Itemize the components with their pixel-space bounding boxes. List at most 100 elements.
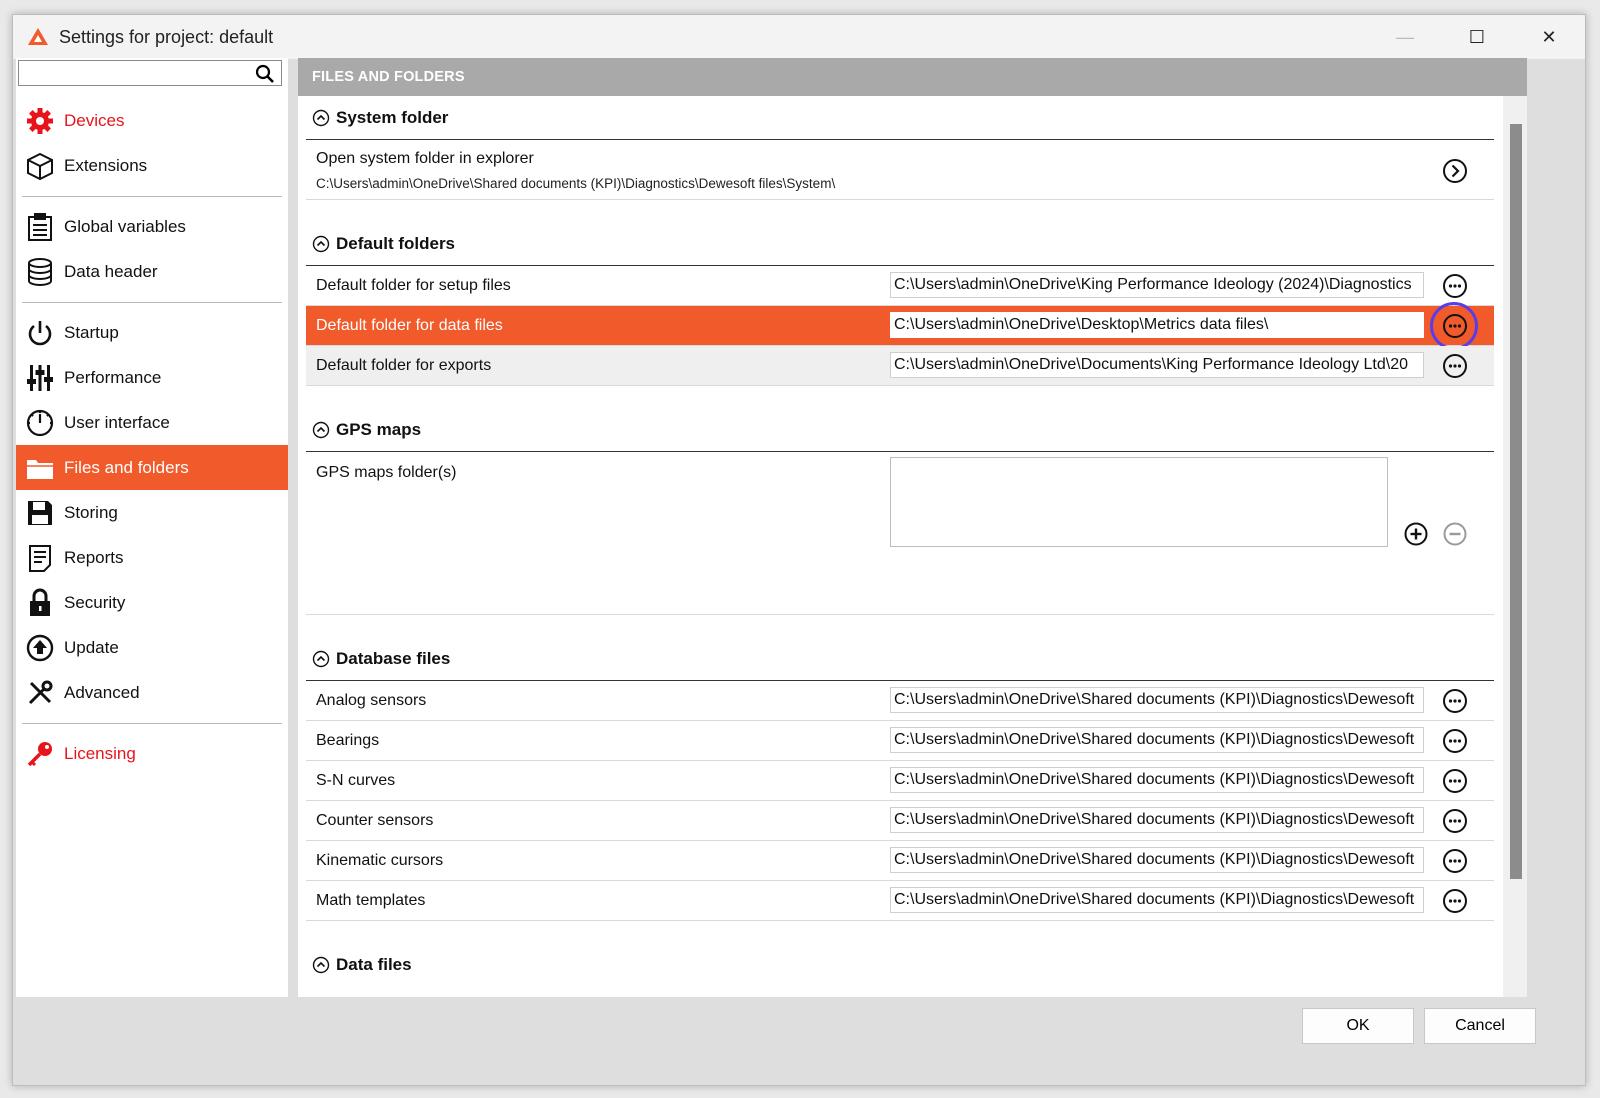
- section-data-files[interactable]: Data files: [306, 943, 1494, 987]
- search-box[interactable]: [18, 60, 282, 86]
- gps-maps-area: GPS maps folder(s): [306, 452, 1494, 615]
- row-label: Bearings: [316, 731, 380, 749]
- sidebar-item-startup[interactable]: Startup: [16, 310, 288, 355]
- analog-sensors-path-field[interactable]: C:\Users\admin\OneDrive\Shared documents…: [890, 687, 1424, 713]
- power-icon: [24, 317, 56, 349]
- add-icon[interactable]: [1404, 522, 1428, 546]
- sidebar-item-update[interactable]: Update: [16, 625, 288, 670]
- upload-icon: [24, 632, 56, 664]
- settings-sidebar: Devices Extensions Global variables Data…: [16, 58, 288, 997]
- sidebar-item-label: Reports: [64, 547, 124, 567]
- title-bar: Settings for project: default — ☐ ✕: [13, 15, 1585, 59]
- clipboard-icon: [24, 211, 56, 243]
- vertical-scrollbar[interactable]: [1503, 96, 1527, 997]
- collapse-icon[interactable]: [312, 650, 330, 668]
- ok-button[interactable]: OK: [1302, 1008, 1414, 1044]
- sidebar-item-label: Performance: [64, 367, 162, 387]
- row-label: S-N curves: [316, 771, 396, 789]
- remove-icon[interactable]: [1443, 522, 1467, 546]
- exports-row[interactable]: Default folder for exports C:\Users\admi…: [306, 346, 1494, 386]
- sliders-icon: [24, 362, 56, 394]
- sidebar-item-files-and-folders[interactable]: Files and folders: [16, 445, 288, 490]
- window-title: Settings for project: default: [59, 26, 274, 47]
- sidebar-item-advanced[interactable]: Advanced: [16, 670, 288, 715]
- row-label: Default folder for setup files: [316, 276, 511, 294]
- close-button[interactable]: ✕: [1513, 15, 1585, 59]
- sn-curves-row[interactable]: S-N curves C:\Users\admin\OneDrive\Share…: [306, 761, 1494, 801]
- section-gps-maps[interactable]: GPS maps: [306, 408, 1494, 452]
- browse-ellipsis-icon[interactable]: [1442, 273, 1468, 299]
- collapse-icon[interactable]: [312, 235, 330, 253]
- sidebar-item-performance[interactable]: Performance: [16, 355, 288, 400]
- sidebar-item-user-interface[interactable]: User interface: [16, 400, 288, 445]
- scrollbar-thumb[interactable]: [1510, 124, 1522, 879]
- browse-ellipsis-icon[interactable]: [1442, 688, 1468, 714]
- divider: [22, 723, 282, 724]
- sidebar-item-licensing[interactable]: Licensing: [16, 731, 288, 776]
- sidebar-item-label: Advanced: [64, 682, 140, 702]
- row-label: Math templates: [316, 891, 426, 909]
- section-database-files[interactable]: Database files: [306, 637, 1494, 681]
- collapse-icon[interactable]: [312, 109, 330, 127]
- folder-icon: [24, 452, 56, 484]
- sidebar-item-label: Global variables: [64, 216, 186, 236]
- row-label: Kinematic cursors: [316, 851, 444, 869]
- cancel-button[interactable]: Cancel: [1424, 1008, 1536, 1044]
- sidebar-item-reports[interactable]: Reports: [16, 535, 288, 580]
- sidebar-item-label: Update: [64, 637, 119, 657]
- row-label: Default folder for data files: [316, 316, 503, 334]
- sn-curves-path-field[interactable]: C:\Users\admin\OneDrive\Shared documents…: [890, 767, 1424, 793]
- maximize-button[interactable]: ☐: [1441, 15, 1513, 59]
- bearings-path-field[interactable]: C:\Users\admin\OneDrive\Shared documents…: [890, 727, 1424, 753]
- sidebar-item-security[interactable]: Security: [16, 580, 288, 625]
- browse-ellipsis-icon[interactable]: [1442, 848, 1468, 874]
- sidebar-item-storing[interactable]: Storing: [16, 490, 288, 535]
- sidebar-item-extensions[interactable]: Extensions: [16, 143, 288, 188]
- gps-maps-folder-list[interactable]: [890, 457, 1388, 547]
- sidebar-item-label: User interface: [64, 412, 170, 432]
- page-title: FILES AND FOLDERS: [298, 58, 1527, 96]
- sidebar-item-global-variables[interactable]: Global variables: [16, 204, 288, 249]
- math-templates-row[interactable]: Math templates C:\Users\admin\OneDrive\S…: [306, 881, 1494, 921]
- section-title: System folder: [336, 107, 449, 127]
- browse-ellipsis-icon[interactable]: [1442, 313, 1468, 339]
- setup-files-path-field[interactable]: C:\Users\admin\OneDrive\King Performance…: [890, 272, 1424, 298]
- kinematic-cursors-path-field[interactable]: C:\Users\admin\OneDrive\Shared documents…: [890, 847, 1424, 873]
- collapse-icon[interactable]: [312, 956, 330, 974]
- sidebar-item-devices[interactable]: Devices: [16, 98, 288, 143]
- data-files-path-field[interactable]: C:\Users\admin\OneDrive\Desktop\Metrics …: [890, 312, 1424, 338]
- counter-sensors-path-field[interactable]: C:\Users\admin\OneDrive\Shared documents…: [890, 807, 1424, 833]
- gps-maps-label: GPS maps folder(s): [316, 464, 457, 481]
- row-label: Default folder for exports: [316, 356, 492, 374]
- open-system-folder-label: Open system folder in explorer: [316, 150, 534, 167]
- setup-files-row[interactable]: Default folder for setup files C:\Users\…: [306, 266, 1494, 306]
- section-title: Data files: [336, 955, 412, 974]
- floppy-icon: [24, 497, 56, 529]
- section-system-folder[interactable]: System folder: [306, 96, 1494, 140]
- section-title: GPS maps: [336, 419, 422, 439]
- browse-ellipsis-icon[interactable]: [1442, 728, 1468, 754]
- data-files-row[interactable]: Default folder for data files C:\Users\a…: [306, 302, 1494, 350]
- bearings-row[interactable]: Bearings C:\Users\admin\OneDrive\Shared …: [306, 721, 1494, 761]
- math-templates-path-field[interactable]: C:\Users\admin\OneDrive\Shared documents…: [890, 887, 1424, 913]
- browse-ellipsis-icon[interactable]: [1442, 808, 1468, 834]
- sidebar-item-data-header[interactable]: Data header: [16, 249, 288, 294]
- browse-ellipsis-icon[interactable]: [1442, 768, 1468, 794]
- exports-path-field[interactable]: C:\Users\admin\OneDrive\Documents\King P…: [890, 352, 1424, 378]
- minimize-button[interactable]: —: [1369, 15, 1441, 59]
- open-folder-arrow-icon[interactable]: [1442, 158, 1468, 184]
- counter-sensors-row[interactable]: Counter sensors C:\Users\admin\OneDrive\…: [306, 801, 1494, 841]
- collapse-icon[interactable]: [312, 421, 330, 439]
- section-default-folders[interactable]: Default folders: [306, 222, 1494, 266]
- analog-sensors-row[interactable]: Analog sensors C:\Users\admin\OneDrive\S…: [306, 681, 1494, 721]
- browse-ellipsis-icon[interactable]: [1442, 888, 1468, 914]
- lock-icon: [24, 587, 56, 619]
- sidebar-item-label: Data header: [64, 261, 158, 281]
- browse-ellipsis-icon[interactable]: [1442, 353, 1468, 379]
- database-icon: [24, 256, 56, 288]
- search-input[interactable]: [23, 62, 253, 86]
- sidebar-item-label: Devices: [64, 110, 125, 130]
- search-icon[interactable]: [255, 64, 275, 84]
- kinematic-cursors-row[interactable]: Kinematic cursors C:\Users\admin\OneDriv…: [306, 841, 1494, 881]
- divider: [22, 302, 282, 303]
